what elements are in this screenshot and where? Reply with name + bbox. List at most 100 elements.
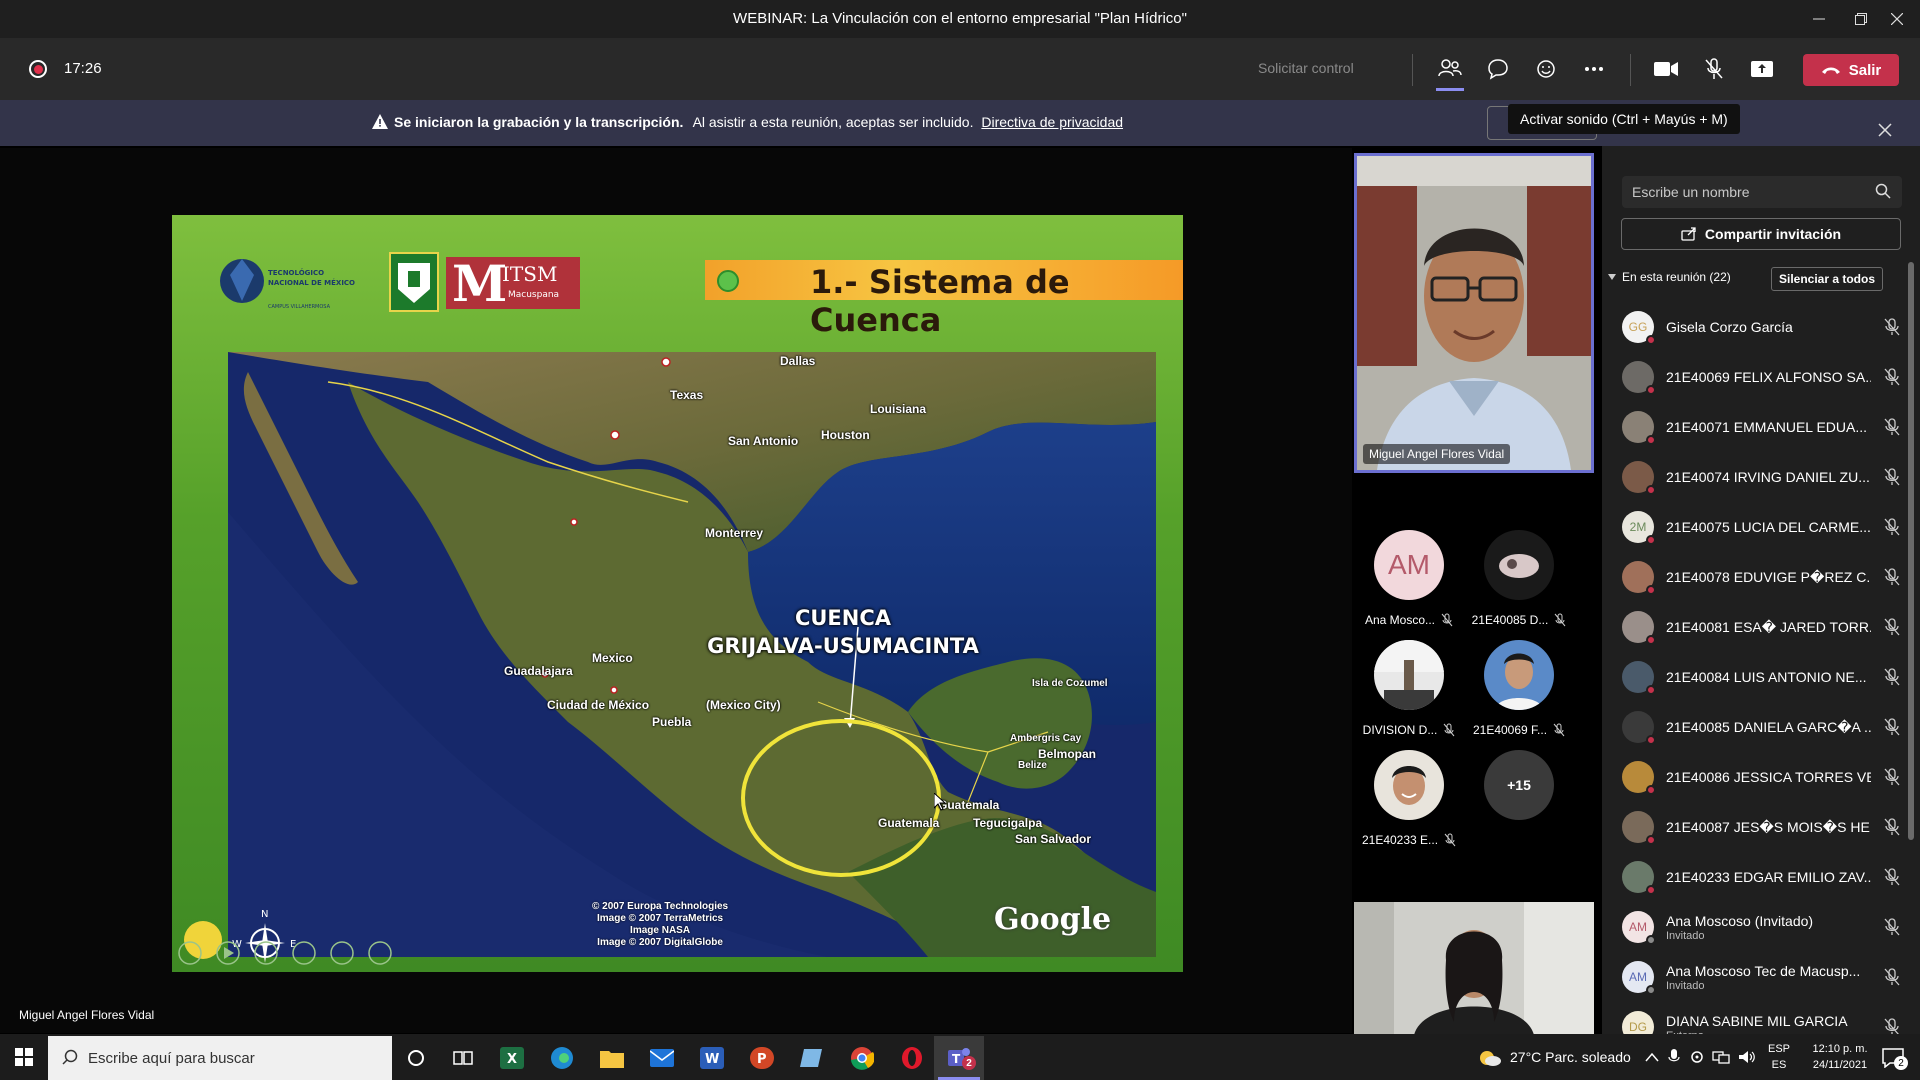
participant-row[interactable]: 21E40069 FELIX ALFONSO SA... [1622, 352, 1904, 402]
more-participants-tile[interactable]: +15 [1464, 750, 1574, 820]
volume-icon[interactable] [1738, 1050, 1756, 1064]
taskbar-search[interactable] [48, 1036, 392, 1080]
location-tray-icon[interactable] [1690, 1050, 1704, 1064]
video-tile[interactable]: DIVISION D... [1354, 640, 1464, 737]
participant-info: 21E40069 FELIX ALFONSO SA... [1666, 369, 1871, 385]
video-tile[interactable]: 21E40069 F... [1464, 640, 1574, 737]
participant-mic-status[interactable] [1884, 918, 1900, 941]
camera-button[interactable] [1649, 54, 1683, 84]
privacy-link[interactable]: Directiva de privacidad [981, 114, 1123, 130]
participant-mic-status[interactable] [1884, 468, 1900, 491]
edge-app[interactable] [540, 1040, 584, 1076]
participant-search-input[interactable] [1622, 176, 1902, 208]
avatar-photo-icon [1494, 653, 1544, 710]
start-button[interactable] [2, 1037, 46, 1077]
avatar [1622, 461, 1656, 495]
people-button[interactable] [1433, 54, 1467, 84]
share-screen-icon [1751, 61, 1773, 77]
task-view-button[interactable] [441, 1040, 485, 1076]
participant-row[interactable]: 21E40084 LUIS ANTONIO NE... [1622, 652, 1904, 702]
presence-status-icon [1646, 885, 1656, 895]
participant-row[interactable]: 21E40086 JESSICA TORRES VE... [1622, 752, 1904, 802]
powerpoint-app[interactable]: P [740, 1040, 784, 1076]
participant-row[interactable]: GG Gisela Corzo García [1622, 302, 1904, 352]
participant-row[interactable]: 21E40085 DANIELA GARC�A ... [1622, 702, 1904, 752]
participant-mic-status[interactable] [1884, 568, 1900, 591]
participant-row[interactable]: 2M 21E40075 LUCIA DEL CARME... [1622, 502, 1904, 552]
avatar-initials: GG [1628, 320, 1648, 334]
mic-tray-icon[interactable] [1668, 1049, 1680, 1065]
close-window-button[interactable] [1874, 0, 1920, 38]
video-tile[interactable]: AM Ana Mosco... [1354, 530, 1464, 627]
notes-app[interactable] [790, 1040, 834, 1076]
close-panel-button[interactable] [1873, 118, 1897, 142]
participant-row[interactable]: 21E40074 IRVING DANIEL ZU... [1622, 452, 1904, 502]
participant-mic-status[interactable] [1884, 618, 1900, 641]
participant-row[interactable]: 21E40078 EDUVIGE P�REZ C... [1622, 552, 1904, 602]
minimize-button[interactable] [1796, 0, 1842, 38]
request-control-button[interactable]: Solicitar control [1258, 60, 1354, 76]
participant-mic-status[interactable] [1884, 718, 1900, 741]
leave-button[interactable]: Salir [1803, 54, 1899, 86]
search-icon[interactable] [1875, 183, 1891, 199]
participant-mic-status[interactable] [1884, 668, 1900, 691]
more-icon [1585, 67, 1603, 71]
cortana-button[interactable] [394, 1040, 438, 1076]
participant-row[interactable]: AM Ana Moscoso (Invitado) Invitado [1622, 902, 1904, 952]
participant-row[interactable]: AM Ana Moscoso Tec de Macusp... Invitado [1622, 952, 1904, 1002]
in-meeting-header[interactable]: En esta reunión (22) [1608, 270, 1731, 284]
mail-app[interactable] [640, 1040, 684, 1076]
participant-row[interactable]: 21E40233 EDGAR EMILIO ZAV... [1622, 852, 1904, 902]
participant-mic-status[interactable] [1884, 418, 1900, 441]
video-tile[interactable]: 21E40085 D... [1464, 530, 1574, 627]
participant-mic-status[interactable] [1884, 368, 1900, 391]
slide-playback-controls[interactable] [172, 938, 412, 968]
participant-name: 21E40084 LUIS ANTONIO NE... [1666, 669, 1867, 685]
participant-info: 21E40085 DANIELA GARC�A ... [1666, 719, 1871, 736]
participant-mic-status[interactable] [1884, 868, 1900, 891]
more-options-button[interactable] [1577, 54, 1611, 84]
presenter-video-name: Miguel Angel Flores Vidal [1363, 444, 1511, 464]
excel-app[interactable]: X [490, 1040, 534, 1076]
share-screen-button[interactable] [1745, 54, 1779, 84]
notification-center-button[interactable]: 2 [1880, 1044, 1910, 1072]
participant-row[interactable]: 21E40081 ESA� JARED TORR... [1622, 602, 1904, 652]
word-app[interactable]: W [690, 1040, 734, 1076]
network-icon[interactable] [1712, 1050, 1730, 1064]
participant-mic-status[interactable] [1884, 518, 1900, 541]
taskbar-search-input[interactable] [88, 1049, 378, 1067]
camera-icon [1654, 62, 1678, 76]
participant-video-bottom[interactable] [1354, 902, 1594, 1035]
chevron-up-icon[interactable] [1645, 1052, 1659, 1062]
language-indicator[interactable]: ESP ES [1764, 1041, 1794, 1073]
chrome-app[interactable] [840, 1040, 884, 1076]
participant-mic-status[interactable] [1884, 318, 1900, 341]
participant-row[interactable]: 21E40071 EMMANUEL EDUA... [1622, 402, 1904, 452]
opera-app[interactable] [890, 1040, 934, 1076]
participant-mic-status[interactable] [1884, 818, 1900, 841]
participant-name: 21E40086 JESSICA TORRES VE... [1666, 769, 1871, 785]
video-tile[interactable]: 21E40233 E... [1354, 750, 1464, 847]
clock-time: 12:10 p. m. [1812, 1043, 1868, 1055]
bullet-dot-icon [717, 270, 739, 292]
teams-app[interactable]: T 2 [934, 1036, 984, 1080]
video-tile-name: 21E40085 D... [1464, 613, 1574, 627]
chevron-down-icon [1608, 274, 1616, 280]
chat-button[interactable] [1481, 54, 1515, 84]
participant-name: 21E40081 ESA� JARED TORR... [1666, 618, 1871, 635]
mic-button[interactable] [1697, 54, 1731, 84]
itsm-text: ITSM [502, 262, 557, 286]
participant-row[interactable]: 21E40087 JES�S MOIS�S HE... [1622, 802, 1904, 852]
share-invite-button[interactable]: Compartir invitación [1621, 218, 1901, 250]
clock[interactable]: 12:10 p. m. 24/11/2021 [1800, 1041, 1880, 1073]
panel-scrollbar[interactable] [1908, 262, 1914, 840]
file-explorer-app[interactable] [590, 1040, 634, 1076]
mute-all-button[interactable]: Silenciar a todos [1771, 267, 1883, 291]
participant-name: 21E40074 IRVING DANIEL ZU... [1666, 469, 1870, 485]
weather-text[interactable]: 27°C Parc. soleado [1510, 1049, 1631, 1065]
participant-mic-status[interactable] [1884, 768, 1900, 791]
participant-mic-status[interactable] [1884, 968, 1900, 991]
reactions-button[interactable] [1529, 54, 1563, 84]
avatar [1622, 711, 1656, 745]
presenter-video[interactable]: Miguel Angel Flores Vidal [1354, 153, 1594, 473]
